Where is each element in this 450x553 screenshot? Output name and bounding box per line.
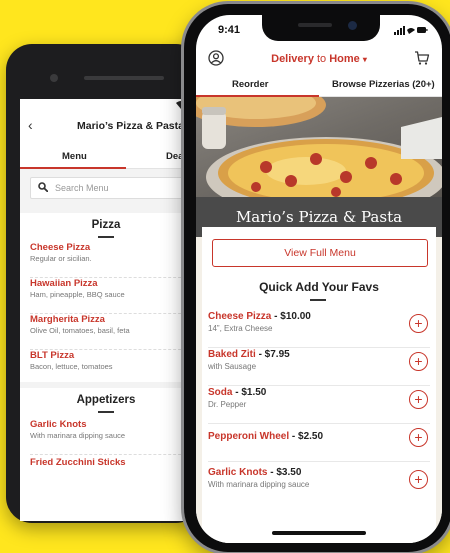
quick-add-underline [310, 299, 326, 301]
tab-menu[interactable]: Menu [62, 151, 87, 162]
item-name: Pepperoni Wheel [208, 431, 290, 442]
menu-item-name: BLT Pizza [30, 350, 75, 361]
add-item-button[interactable]: + [409, 352, 428, 371]
item-price: - $1.50 [232, 387, 267, 398]
cart-icon[interactable] [414, 50, 430, 66]
tab-deals[interactable]: Dea [166, 151, 183, 162]
menu-item[interactable]: Hawaiian Pizza Ham, pineapple, BBQ sauce [30, 278, 186, 314]
item-desc: With marinara dipping sauce [208, 480, 310, 489]
item-desc: with Sausage [208, 362, 257, 371]
search-bar-container: Search Menu [20, 169, 192, 207]
notch [262, 15, 380, 41]
menu-item-desc: Ham, pineapple, BBQ sauce [30, 290, 125, 299]
menu-item-desc: Olive Oil, tomatoes, basil, feta [30, 326, 130, 335]
section-title-pizza: Pizza [91, 219, 121, 231]
delivery-label: Delivery [271, 53, 314, 65]
quick-add-item[interactable]: Soda - $1.50 Dr. Pepper + [208, 386, 430, 424]
search-icon [38, 182, 48, 192]
item-price: - $10.00 [271, 311, 311, 322]
iphone-screen: 9:41 Delivery to Home ▾ Reorder Browse P… [196, 15, 442, 543]
menu-card: View Full Menu Quick Add Your Favs Chees… [202, 227, 436, 543]
section-title-underline [98, 411, 114, 413]
search-input[interactable]: Search Menu [30, 177, 188, 199]
section-divider [20, 207, 192, 213]
notch-speaker [298, 23, 332, 27]
menu-item[interactable]: BLT Pizza Bacon, lettuce, tomatoes [30, 350, 186, 386]
restaurant-title: Mario’s Pizza & Pasta [77, 120, 184, 132]
item-desc: Dr. Pepper [208, 400, 247, 409]
iphone-tabs: Reorder Browse Pizzerias (20+) [196, 73, 442, 97]
tab-reorder[interactable]: Reorder [232, 79, 268, 90]
android-header: ‹ Mario’s Pizza & Pasta [20, 115, 192, 141]
add-item-button[interactable]: + [409, 470, 428, 489]
item-name: Baked Ziti [208, 349, 256, 360]
menu-item-name: Garlic Knots [30, 419, 87, 430]
notch-camera [348, 21, 357, 30]
menu-item-desc: With marinara dipping sauce [30, 431, 126, 440]
delivery-selector[interactable]: Delivery to Home ▾ [196, 53, 442, 65]
quick-add-item[interactable]: Cheese Pizza - $10.00 14”, Extra Cheese … [208, 310, 430, 348]
tab-browse-pizzerias[interactable]: Browse Pizzerias (20+) [332, 79, 435, 90]
android-speaker [84, 76, 164, 80]
menu-item[interactable]: Margherita Pizza Olive Oil, tomatoes, ba… [30, 314, 186, 350]
iphone: 9:41 Delivery to Home ▾ Reorder Browse P… [184, 4, 450, 552]
item-price: - $7.95 [255, 349, 290, 360]
status-time: 9:41 [218, 24, 241, 36]
android-camera [50, 74, 58, 82]
back-icon[interactable]: ‹ [28, 117, 33, 133]
restaurant-name: Mario’s Pizza & Pasta [235, 208, 403, 226]
menu-item-name: Margherita Pizza [30, 314, 105, 325]
section-title-underline [98, 236, 114, 238]
menu-item-name: Hawaiian Pizza [30, 278, 98, 289]
chevron-down-icon: ▾ [362, 55, 367, 64]
menu-item[interactable]: Cheese Pizza Regular or sicilian. [30, 242, 186, 278]
section-title-appetizers: Appetizers [76, 394, 136, 406]
home-indicator [272, 531, 366, 535]
view-full-menu-button[interactable]: View Full Menu [212, 239, 428, 267]
section-divider [20, 382, 192, 388]
item-price: - $3.50 [267, 467, 302, 478]
add-item-button[interactable]: + [409, 390, 428, 409]
menu-item[interactable]: Fried Zucchini Sticks [30, 457, 186, 493]
item-desc: 14”, Extra Cheese [208, 324, 273, 333]
quick-add-item[interactable]: Pepperoni Wheel - $2.50 + [208, 424, 430, 462]
add-item-button[interactable]: + [409, 428, 428, 447]
hero-image: Mario’s Pizza & Pasta [196, 97, 442, 237]
android-screen: ‹ Mario’s Pizza & Pasta Menu Dea Search … [20, 99, 192, 521]
android-phone: ‹ Mario’s Pizza & Pasta Menu Dea Search … [6, 44, 202, 523]
search-placeholder: Search Menu [55, 183, 109, 193]
item-price: - $2.50 [289, 431, 324, 442]
menu-item-name: Fried Zucchini Sticks [30, 457, 126, 468]
item-name: Garlic Knots [208, 467, 268, 478]
item-name: Soda [208, 387, 233, 398]
android-tabs: Menu Dea [20, 145, 192, 169]
quick-add-title: Quick Add Your Favs [259, 280, 379, 294]
iphone-header: Delivery to Home ▾ [196, 47, 442, 73]
item-name: Cheese Pizza [208, 311, 272, 322]
menu-item-desc: Regular or sicilian. [30, 254, 92, 263]
delivery-to-label: to [313, 53, 330, 65]
menu-item[interactable]: Garlic Knots With marinara dipping sauce [30, 419, 186, 455]
status-icons [394, 26, 428, 35]
add-item-button[interactable]: + [409, 314, 428, 333]
menu-item-name: Cheese Pizza [30, 242, 91, 253]
menu-item-desc: Bacon, lettuce, tomatoes [30, 362, 113, 371]
quick-add-item[interactable]: Garlic Knots - $3.50 With marinara dippi… [208, 462, 430, 500]
delivery-destination: Home [329, 53, 360, 65]
quick-add-item[interactable]: Baked Ziti - $7.95 with Sausage + [208, 348, 430, 386]
